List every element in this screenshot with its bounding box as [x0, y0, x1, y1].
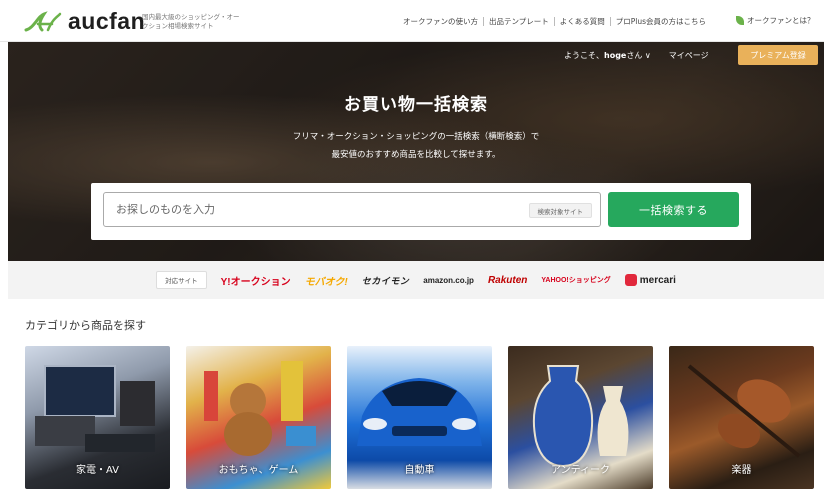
logo-mark-icon — [24, 10, 62, 31]
mercari-logo: mercari — [624, 274, 676, 286]
site-tagline: 国内最大級のショッピング・オークション相場検索サイト — [142, 13, 240, 30]
mercari-icon — [624, 274, 637, 286]
username: hoge — [604, 51, 627, 60]
hero-subtitle-line-2: 最安値のおすすめ商品を比較して探せます。 — [331, 150, 501, 160]
search-panel: 検索対象サイト 一括検索する — [91, 183, 751, 240]
premium-register-button[interactable]: プレミアム登録 — [738, 45, 818, 65]
yahoo-shopping-logo: YAHOO!ショッピング — [541, 277, 611, 284]
leaf-icon — [736, 16, 744, 25]
category-label: 楽器 — [731, 465, 752, 476]
user-menu[interactable]: ようこそ、hogeさん ∨ — [564, 50, 651, 61]
rakuten-logo: Rakuten — [487, 274, 528, 286]
nav-link-faq[interactable]: よくある質問 — [553, 17, 610, 26]
user-nav: ようこそ、hogeさん ∨ マイページ — [564, 50, 709, 61]
hero-subtitle: フリマ・オークション・ショッピングの一括検索（横断検索）で 最安値のおすすめ商品… — [8, 128, 824, 164]
category-card-toys[interactable]: おもちゃ、ゲーム — [186, 346, 331, 489]
mercari-logo-text: mercari — [639, 274, 676, 286]
target-sites-button[interactable]: 検索対象サイト — [528, 203, 592, 218]
user-menu-caret: さん ∨ — [626, 51, 651, 60]
category-card-electronics[interactable]: 家電・AV — [25, 346, 170, 489]
site-header: aucfan 国内最大級のショッピング・オークション相場検索サイト オークファン… — [0, 0, 824, 42]
category-card-instruments[interactable]: 楽器 — [669, 346, 814, 489]
category-label: アンティーク — [551, 465, 610, 476]
aucfan-logo[interactable]: aucfan — [24, 8, 145, 35]
category-label: 家電・AV — [75, 465, 120, 476]
about-link-label: オークファンとは？ — [747, 16, 815, 25]
category-card-antiques[interactable]: アンティーク — [508, 346, 653, 489]
category-card-cars[interactable]: 自動車 — [347, 346, 492, 489]
bulk-search-button[interactable]: 一括検索する — [608, 192, 739, 227]
mypage-link[interactable]: マイページ — [669, 50, 709, 61]
category-label: おもちゃ、ゲーム — [218, 465, 299, 476]
category-label: 自動車 — [404, 465, 435, 476]
supported-sites-label: 対応サイト — [156, 271, 207, 289]
nav-link-template[interactable]: 出品テンプレート — [483, 17, 554, 26]
nav-link-proplus[interactable]: プロPlus会員の方はこちら — [609, 17, 711, 26]
category-heading: カテゴリから商品を探す — [25, 319, 146, 332]
amazon-logo: amazon.co.jp — [423, 275, 474, 285]
logo-text: aucfan — [68, 8, 146, 34]
page-title: お買い物一括検索 — [344, 95, 488, 115]
search-input[interactable] — [116, 193, 496, 226]
supported-sites-bar: 対応サイト Y!オークション モバオク! セカイモン amazon.co.jp … — [8, 261, 824, 299]
category-list: 家電・AV おもちゃ、ゲーム 自動車 アンティーク 楽器 — [25, 346, 814, 489]
nav-link-howto[interactable]: オークファンの使い方 — [398, 17, 483, 26]
yahoo-auction-logo: Y!オークション — [220, 276, 291, 288]
hero-section: ようこそ、hogeさん ∨ マイページ プレミアム登録 お買い物一括検索 フリマ… — [8, 42, 824, 261]
sekaimon-logo: セカイモン — [361, 275, 410, 286]
hero-subtitle-line-1: フリマ・オークション・ショッピングの一括検索（横断検索）で — [292, 132, 540, 142]
about-link[interactable]: オークファンとは？ — [736, 15, 815, 26]
greeting-text: ようこそ、 — [564, 51, 604, 60]
mobaoku-logo: モバオク! — [304, 276, 348, 288]
top-nav: オークファンの使い方 出品テンプレート よくある質問 プロPlus会員の方はこち… — [398, 17, 711, 26]
search-box: 検索対象サイト — [103, 192, 601, 227]
